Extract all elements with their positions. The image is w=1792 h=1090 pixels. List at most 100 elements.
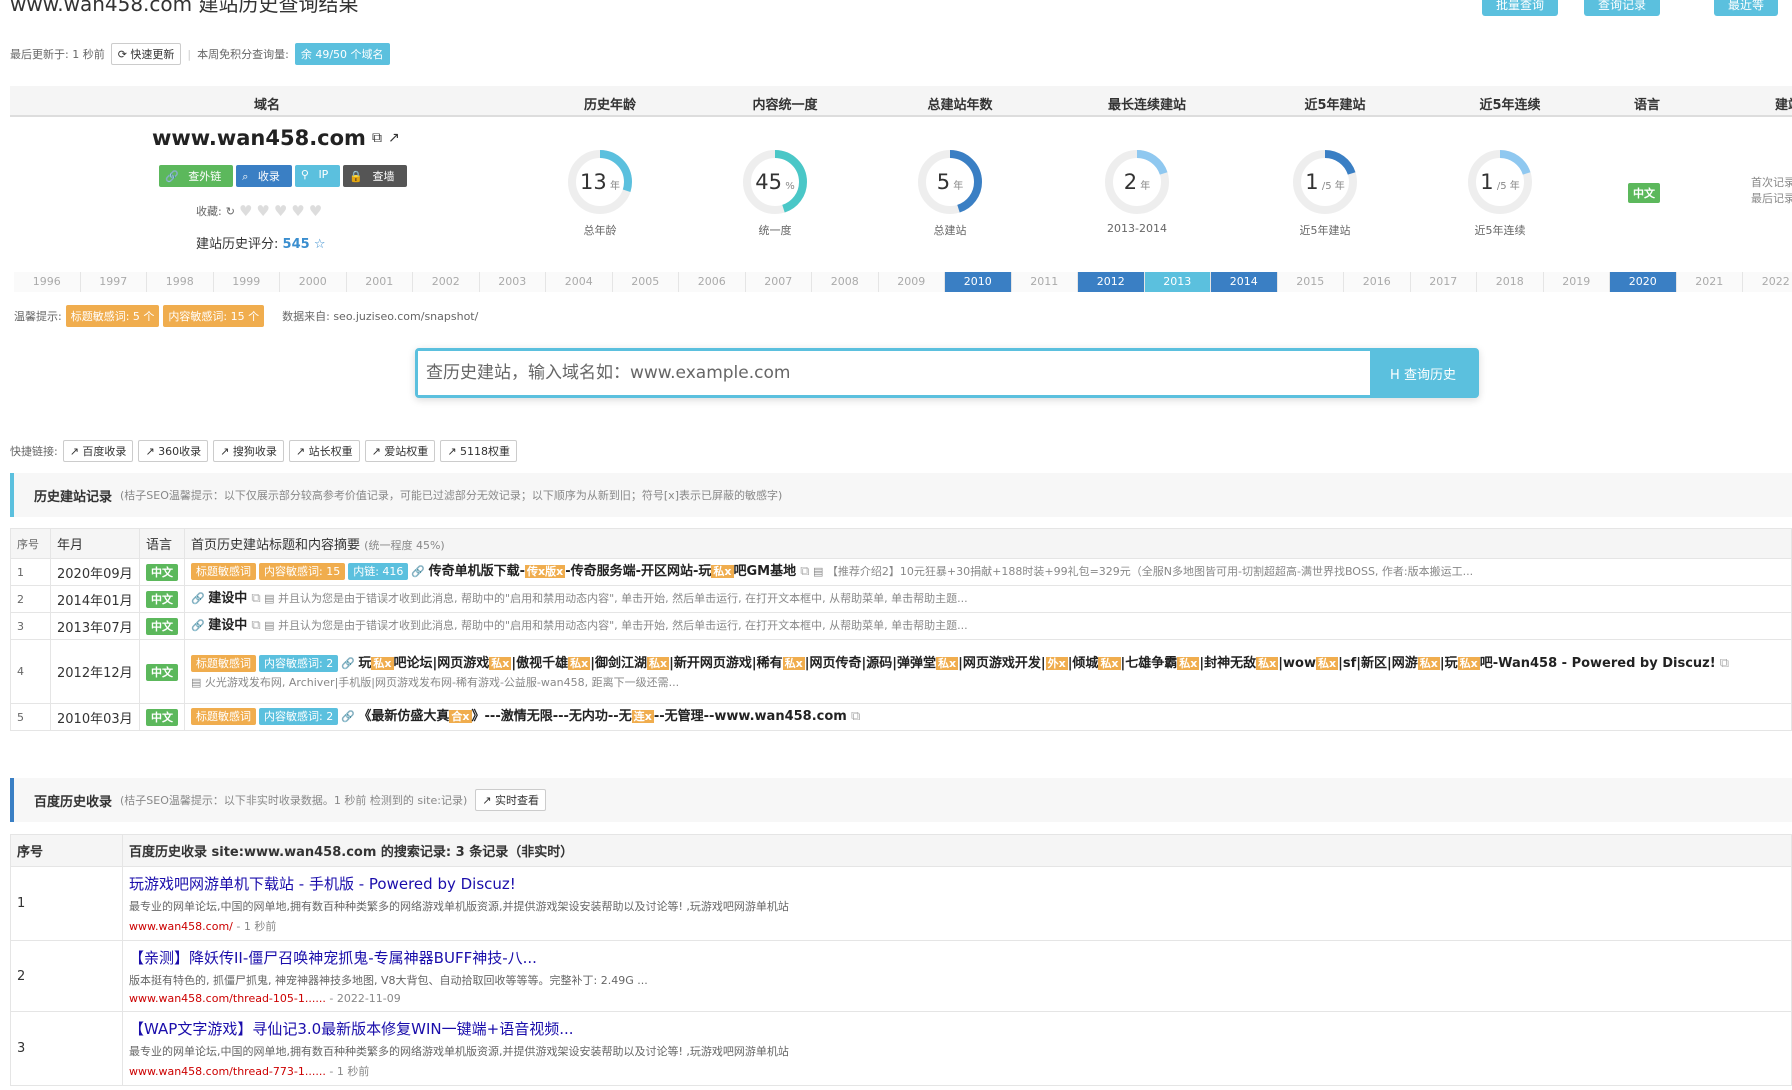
timeline-year[interactable]: 2005 — [612, 272, 679, 292]
timeline-year[interactable]: 2021 — [1676, 272, 1743, 292]
backlink-button[interactable]: 🔗 查外链 — [159, 165, 234, 187]
copy-icon: ⧉ — [247, 591, 261, 606]
col-built: 建站 — [1774, 98, 1792, 113]
timeline-year[interactable]: 2010 — [945, 272, 1012, 292]
record-summary: ▤ 并且认为您是由于错误才收到此消息, 帮助中的"启用和禁用动态内容", 单击开… — [260, 619, 968, 632]
quick-link[interactable]: ↗ 爱站权重 — [364, 440, 436, 462]
history-table: 序号 年月 语言 首页历史建站标题和内容摘要 (统一程度 45%) 1 2020年… — [10, 528, 1792, 731]
external-link-icon[interactable]: ↗ — [388, 130, 400, 146]
record-summary: ▤ 并且认为您是由于错误才收到此消息, 帮助中的"启用和禁用动态内容", 单击开… — [260, 592, 968, 605]
masked-word: 私x — [1315, 656, 1339, 670]
heart-icon[interactable]: ♥ — [291, 202, 304, 220]
heart-icon[interactable]: ♥ — [274, 202, 287, 220]
ip-button[interactable]: ⚲ IP — [294, 165, 341, 187]
quick-links: 快捷链接: ↗ 百度收录 ↗ 360收录 ↗ 搜狗收录 ↗ 站长权重 ↗ 爱站权重 ↗ 5… — [10, 440, 518, 462]
lang-tag: 中文 — [146, 618, 178, 635]
quick-link[interactable]: ↗ 360收录 — [138, 440, 209, 462]
first-last-record: 首次记录 最后记录 — [1751, 176, 1792, 205]
timeline-year[interactable]: 2007 — [745, 272, 812, 292]
copy-icon[interactable]: ⧉ — [372, 130, 382, 146]
col-lang: 语言 — [1633, 98, 1661, 113]
history-section-header: 历史建站记录 (桔子SEO温馨提示：以下仅展示部分较高参考价值记录，可能已过滤部… — [10, 473, 1792, 517]
timeline-year[interactable]: 2014 — [1211, 272, 1278, 292]
timeline-year[interactable]: 1997 — [80, 272, 147, 292]
stat-label: 总建站 — [933, 224, 967, 237]
heart-icon[interactable]: ♥ — [309, 202, 322, 220]
masked-word: 私x — [1256, 656, 1279, 670]
record-title: 建设中 — [208, 618, 248, 633]
index-button[interactable]: ⌕ 收录 — [236, 165, 292, 187]
link-icon: 🔗 — [191, 619, 209, 632]
timeline-year[interactable]: 2019 — [1543, 272, 1610, 292]
th-date: 年月 — [50, 528, 140, 559]
masked-word: 私x — [371, 656, 394, 670]
record-summary: ▤ 火光游戏发布网, Archiver|手机版|网页游戏发布网-稀有游戏-公益服… — [191, 675, 680, 689]
record-tag: 内容敏感词: 15 — [259, 563, 346, 580]
masked-word: 合x — [449, 710, 472, 723]
timeline-year[interactable]: 1996 — [14, 272, 81, 292]
masked-word: 私x — [489, 656, 512, 670]
timeline-year[interactable]: 2017 — [1410, 272, 1477, 292]
masked-word: 外x — [1045, 656, 1068, 670]
heart-icon[interactable]: ♥ — [239, 202, 252, 220]
realtime-view-button[interactable]: ↗ 实时查看 — [475, 789, 546, 811]
history-row: 5 2010年03月 中文 标题敏感词 内容敏感词: 2 🔗 《最新仿盛大真 合x 》---激… — [10, 703, 1792, 731]
timeline-year[interactable]: 2004 — [546, 272, 613, 292]
baidu-result-link[interactable]: 【亲测】降妖传II-僵尸召唤神宠抓鬼-专属神器BUFF神技-八... — [129, 949, 537, 967]
timeline-year[interactable]: 1999 — [213, 272, 280, 292]
timeline-year[interactable]: 2008 — [812, 272, 879, 292]
timeline-year[interactable]: 2002 — [413, 272, 480, 292]
quick-link[interactable]: ↗ 站长权重 — [288, 440, 360, 462]
stat-label: 总年龄 — [583, 224, 617, 237]
timeline-year[interactable]: 2011 — [1011, 272, 1078, 292]
quick-link[interactable]: ↗ 5118权重 — [440, 440, 518, 462]
timeline-year[interactable]: 2022 — [1743, 272, 1792, 292]
record-title: 传奇单机版下载- 传x版x -传奇服务端-开区网站-玩 私x 吧GM基地 — [428, 564, 797, 579]
copy-icon: ⧉ — [247, 618, 261, 633]
timeline-year[interactable]: 2006 — [679, 272, 746, 292]
quota-label: 本周免积分查询量: — [197, 48, 289, 61]
baidu-table: 序号 百度历史收录 site:www.wan458.com 的搜索记录: 3 条… — [10, 834, 1792, 1086]
search-history-button[interactable]: H 查询历史 — [1370, 351, 1476, 395]
timeline-year[interactable]: 2013 — [1144, 272, 1211, 292]
recent-button[interactable]: 最近等 — [1714, 0, 1779, 16]
summary-header: 域名 历史年龄 内容统一度 总建站年数 最长连续建站 近5年建站 近5年连续 语… — [10, 86, 1792, 117]
reload-icon[interactable]: ↻ — [226, 205, 235, 218]
history-row: 2 2014年01月 中文 🔗 建设中 ⧉ ▤ 并且认为您是由于错误才收到此消息, 帮… — [10, 585, 1792, 613]
batch-query-button[interactable]: 批量查询 — [1482, 0, 1559, 16]
th-bd-no: 序号 — [10, 834, 123, 867]
tips-row: 温馨提示: 标题敏感词: 5 个 内容敏感词: 15 个 数据来自: seo.j… — [14, 305, 478, 327]
timeline-year[interactable]: 2020 — [1610, 272, 1677, 292]
masked-word: 私x — [1417, 656, 1440, 670]
masked-word: 私x — [782, 656, 805, 670]
heart-icon[interactable]: ♥ — [256, 202, 269, 220]
baidu-result-link[interactable]: 【WAP文字游戏】寻仙记3.0最新版本修复WIN一键端+语音视频... — [129, 1020, 574, 1038]
stat-value: 2 年 — [1123, 170, 1151, 194]
baidu-row: 3 【WAP文字游戏】寻仙记3.0最新版本修复WIN一键端+语音视频... 最专业的… — [10, 1011, 1792, 1086]
history-row: 1 2020年09月 中文 标题敏感词 内容敏感词: 15 内链: 416 🔗 传奇单机版下… — [10, 558, 1792, 586]
query-history-button[interactable]: 查询记录 — [1584, 0, 1661, 16]
timeline-year[interactable]: 2015 — [1277, 272, 1344, 292]
timeline-year[interactable]: 2000 — [280, 272, 347, 292]
timeline-year[interactable]: 2001 — [346, 272, 413, 292]
quick-link[interactable]: ↗ 搜狗收录 — [213, 440, 284, 462]
wall-check-button[interactable]: 🔒 查墙 — [343, 165, 407, 187]
timeline-year[interactable]: 2003 — [479, 272, 546, 292]
baidu-result-link[interactable]: 玩游戏吧网游单机下载站 - 手机版 - Powered by Discuz! — [129, 875, 516, 893]
star-icon[interactable]: ☆ — [314, 237, 326, 252]
record-tag: 内容敏感词: 2 — [259, 654, 339, 672]
col-uniformity: 内容统一度 — [752, 98, 818, 113]
favorite-row: 收藏: ↻ ♥ ♥ ♥ ♥ ♥ — [196, 202, 322, 220]
quick-link[interactable]: ↗ 百度收录 — [62, 440, 134, 462]
timeline-year[interactable]: 1998 — [147, 272, 214, 292]
refresh-button[interactable]: ⟳ 快速更新 — [110, 43, 182, 65]
timeline-year[interactable]: 2009 — [878, 272, 945, 292]
domain-search-input[interactable] — [418, 351, 1370, 395]
timeline-year[interactable]: 2012 — [1078, 272, 1145, 292]
timeline-year[interactable]: 2018 — [1477, 272, 1544, 292]
record-title: 玩私x 吧论坛|网页游戏 私x |傲视千雄 私x |御剑江湖 私x |新开网页游戏|稀有 私x |… — [358, 655, 1716, 671]
masked-word: 私x — [1177, 656, 1200, 670]
th-summary: 首页历史建站标题和内容摘要 (统一程度 45%) — [184, 528, 1792, 559]
timeline-year[interactable]: 2016 — [1344, 272, 1411, 292]
masked-word: 私x — [568, 656, 591, 670]
